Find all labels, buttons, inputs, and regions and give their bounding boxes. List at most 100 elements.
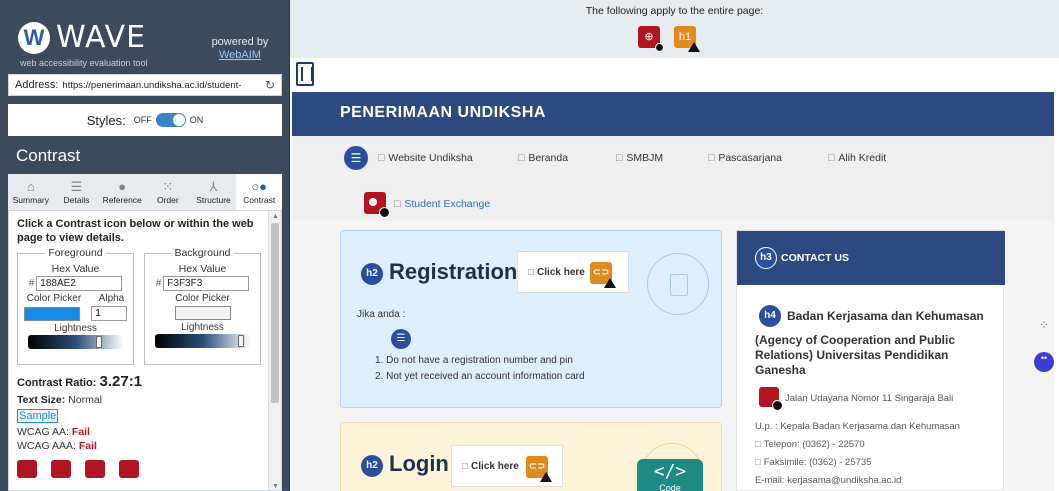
foreground-hex-row: # — [18, 276, 133, 291]
wcag-aaa-result: WCAG AAA: Fail — [17, 440, 261, 452]
redundant-link-alert-icon[interactable]: ⊂⊃ — [590, 262, 616, 288]
evaluated-page: PENERIMAAN UNDIKSHA □Website Undiksha □B… — [290, 58, 1059, 491]
tab-label: Summary — [12, 195, 50, 205]
address-label: Address: — [15, 79, 59, 91]
tab-structure[interactable]: ⅄ Structure — [191, 174, 237, 210]
background-hex-label: Hex Value — [178, 263, 227, 275]
login-title: Login — [389, 451, 449, 476]
panel-scrollbar[interactable]: ▲ ▼ — [268, 211, 281, 490]
trash-icon[interactable] — [296, 62, 314, 86]
contrast-panel-content: Click a Contrast icon below or within th… — [9, 211, 269, 490]
nav-item-smbjm[interactable]: □ SMBJM — [616, 152, 663, 164]
order-icon: ⁙ — [162, 179, 174, 194]
foreground-picker-labels: Color Picker Alpha — [18, 293, 133, 304]
foreground-lightness-label: Lightness — [54, 323, 97, 334]
contrast-error-icon[interactable] — [759, 387, 783, 411]
link-error-icon[interactable] — [364, 192, 390, 218]
wave-logo-icon: W — [18, 22, 50, 54]
contrast-error-icon[interactable] — [119, 460, 139, 478]
scroll-down-icon[interactable]: ▼ — [272, 483, 279, 490]
contact-phone: □ Telepon: (0362) - 22570 — [755, 439, 865, 450]
tab-contrast[interactable]: ○● Contrast — [236, 174, 283, 210]
hash-symbol: # — [28, 278, 35, 289]
contrast-error-icon[interactable] — [85, 460, 105, 478]
tab-summary[interactable]: ⌂ Summary — [8, 174, 54, 210]
contrast-error-icon[interactable] — [17, 460, 37, 478]
refresh-icon[interactable]: ↻ — [265, 78, 275, 92]
language-error-icon[interactable]: ⊕ — [638, 26, 664, 52]
foreground-slider-handle[interactable] — [96, 336, 103, 348]
nav-item-alih-kredit[interactable]: □ Alih Kredit — [828, 152, 886, 164]
panel-tabs: ⌂ Summary ☰ Details ● Reference ⁙ Order … — [8, 174, 283, 210]
background-picker-label: Color Picker — [175, 293, 230, 304]
foreground-alpha-label: Alpha — [98, 293, 125, 304]
wave-sidebar: W WAVE web accessibility evaluation tool… — [0, 0, 290, 491]
foreground-alpha-input[interactable] — [91, 306, 128, 321]
webaim-link[interactable]: WebAIM — [219, 49, 261, 61]
contact-email: E-mail: kerjasama@undiksha.ac.id — [755, 475, 902, 486]
contact-org-name: Badan Kerjasama dan Kehumasan — [787, 309, 984, 323]
nav-item-pascasarjana[interactable]: □ Pascasarjana — [708, 152, 782, 164]
h2-heading-icon[interactable]: h2 — [361, 455, 383, 477]
tab-label: Details — [63, 195, 90, 205]
list-structure-icon[interactable] — [344, 146, 368, 170]
banner-text: The following apply to the entire page: — [585, 5, 764, 17]
box-icon: □ — [755, 439, 761, 450]
background-group: Background Hex Value # Color Picker Ligh — [144, 247, 261, 365]
scroll-thumb[interactable] — [271, 223, 279, 403]
nav-item-website-undiksha[interactable]: □ Website Undiksha — [378, 152, 473, 164]
foreground-hex-input[interactable] — [36, 276, 123, 291]
ordered-list-icon[interactable] — [391, 329, 411, 349]
wave-brand: WAVE — [56, 20, 147, 55]
h4-heading-icon[interactable]: h4 — [759, 305, 781, 327]
contact-up: U.p. : Kepala Badan Kerjasama dan Kehuma… — [755, 421, 960, 432]
missing-h1-alert-icon[interactable]: h1 — [674, 26, 700, 52]
tab-details[interactable]: ☰ Details — [54, 174, 100, 210]
styles-toggle-switch[interactable] — [155, 113, 186, 127]
foreground-title: Foreground — [18, 247, 133, 259]
foreground-group: Foreground Hex Value # Color Picker Alph… — [17, 247, 134, 365]
code-badge[interactable]: </> Code — [637, 459, 703, 491]
assistant-face-icon[interactable] — [1034, 352, 1054, 372]
contact-fax: □ Faksimile: (0362) - 25735 — [755, 457, 872, 468]
login-click-here[interactable]: □ Click here ⊂⊃ — [451, 445, 563, 487]
extension-tools-icon[interactable]: ⁘ — [1036, 318, 1052, 332]
registration-title: Registration — [389, 259, 518, 284]
foreground-color-picker[interactable] — [23, 306, 80, 321]
list-item: 1. Do not have a registration number and… — [375, 355, 573, 366]
box-icon: □ — [528, 267, 535, 278]
tab-label: Contrast — [243, 195, 276, 205]
contrast-error-icons — [17, 460, 261, 478]
wave-tagline: web accessibility evaluation tool — [20, 58, 148, 68]
contrast-error-icon[interactable] — [51, 460, 71, 478]
box-icon: □ — [462, 461, 469, 472]
powered-by: powered by WebAIM — [208, 36, 272, 62]
nav-item-student-exchange[interactable]: □ Student Exchange — [394, 198, 490, 210]
contrast-icon: ○● — [251, 179, 268, 194]
text-size: Text Size: Normal — [17, 394, 261, 406]
list-item: 2. Not yet received an account informati… — [375, 371, 585, 382]
scroll-up-icon[interactable]: ▲ — [272, 213, 279, 220]
background-lightness-slider[interactable] — [154, 334, 251, 348]
h2-heading-icon[interactable]: h2 — [361, 263, 383, 285]
h3-heading-icon[interactable]: h3 — [755, 247, 777, 269]
address-input[interactable] — [62, 79, 261, 91]
tab-reference[interactable]: ● Reference — [99, 174, 145, 210]
code-icon: </> — [653, 461, 687, 482]
tab-label: Structure — [196, 195, 231, 205]
background-swatch-row — [145, 306, 260, 320]
wcag-aaa-value: Fail — [78, 440, 97, 452]
background-color-picker[interactable] — [174, 306, 231, 320]
registration-click-here[interactable]: □ Click here ⊂⊃ — [517, 251, 629, 293]
foreground-lightness-slider[interactable] — [27, 335, 124, 349]
wcag-aaa-label: WCAG AAA: — [17, 440, 76, 452]
site-title: PENERIMAAN UNDIKSHA — [340, 104, 546, 121]
redundant-link-alert-icon[interactable]: ⊂⊃ — [526, 456, 552, 482]
background-hex-input[interactable] — [163, 276, 250, 291]
tab-order[interactable]: ⁙ Order — [145, 174, 191, 210]
nav-item-beranda[interactable]: □ Beranda — [518, 152, 568, 164]
background-slider-handle[interactable] — [238, 335, 245, 347]
tab-label: Order — [156, 195, 179, 205]
background-title: Background — [145, 247, 260, 259]
info-icon: ● — [118, 179, 127, 194]
